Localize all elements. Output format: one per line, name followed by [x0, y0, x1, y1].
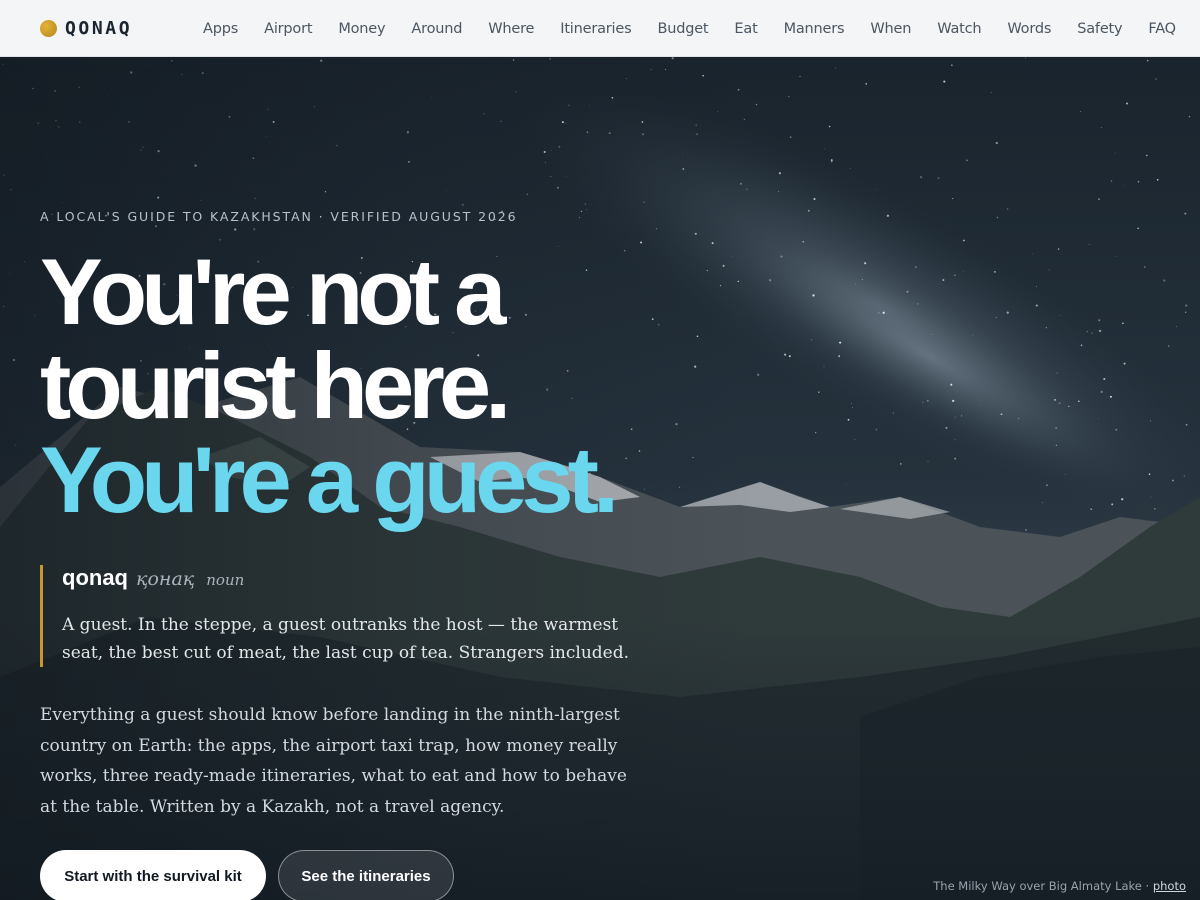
- nav-link-manners[interactable]: Manners: [784, 21, 845, 37]
- hero-headline: You're not a tourist here. You're a gues…: [40, 239, 619, 532]
- nav-link-where[interactable]: Where: [488, 21, 534, 37]
- headline-line-3-accent: You're a guest.: [40, 427, 619, 532]
- nav-link-eat[interactable]: Eat: [734, 21, 757, 37]
- hero-kicker: A LOCAL'S GUIDE TO KAZAKHSTAN · VERIFIED…: [40, 209, 518, 224]
- main-nav: Apps Airport Money Around Where Itinerar…: [203, 0, 1176, 57]
- nav-link-watch[interactable]: Watch: [937, 21, 981, 37]
- brand-logo[interactable]: QONAQ: [40, 18, 132, 39]
- hero-intro-paragraph: Everything a guest should know before la…: [40, 705, 627, 817]
- nav-link-budget[interactable]: Budget: [657, 21, 708, 37]
- photo-credit-link[interactable]: photo: [1153, 879, 1186, 893]
- nav-link-faq[interactable]: FAQ: [1148, 21, 1176, 37]
- headline-line-2: tourist here.: [40, 333, 511, 438]
- start-survival-kit-button[interactable]: Start with the survival kit: [40, 850, 266, 900]
- definition-part-of-speech: noun: [206, 571, 245, 589]
- definition-word: qonaq: [62, 565, 128, 590]
- nav-link-safety[interactable]: Safety: [1077, 21, 1122, 37]
- definition-heading: qonaq қонақ noun: [62, 565, 660, 599]
- photo-caption: The Milky Way over Big Almaty Lake · pho…: [933, 879, 1186, 893]
- definition-cyrillic: қонақ: [136, 568, 195, 590]
- nav-link-itineraries[interactable]: Itineraries: [560, 21, 631, 37]
- nav-link-around[interactable]: Around: [411, 21, 462, 37]
- nav-link-words[interactable]: Words: [1007, 21, 1051, 37]
- see-itineraries-button[interactable]: See the itineraries: [278, 850, 454, 900]
- headline-line-1: You're not a: [40, 239, 506, 344]
- nav-link-money[interactable]: Money: [338, 21, 385, 37]
- definition-text: A guest. In the steppe, a guest outranks…: [62, 615, 630, 663]
- nav-link-apps[interactable]: Apps: [203, 21, 238, 37]
- photo-caption-text: The Milky Way over Big Almaty Lake ·: [933, 879, 1153, 893]
- brand-name: QONAQ: [65, 18, 133, 39]
- nav-link-airport[interactable]: Airport: [264, 21, 312, 37]
- word-definition-block: qonaq қонақ noun A guest. In the steppe,…: [40, 565, 660, 667]
- brand-dot-icon: [40, 20, 57, 37]
- top-navigation-bar: QONAQ Apps Airport Money Around Where It…: [0, 0, 1200, 57]
- hero-section: A LOCAL'S GUIDE TO KAZAKHSTAN · VERIFIED…: [0, 57, 1200, 900]
- nav-link-when[interactable]: When: [870, 21, 911, 37]
